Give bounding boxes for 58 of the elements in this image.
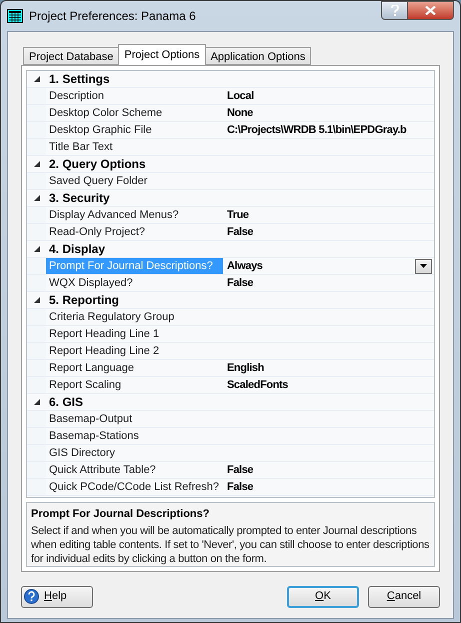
property-value[interactable]: ScaledFonts [227, 376, 288, 394]
table-icon [7, 9, 23, 23]
property-label[interactable]: Basemap-Output [46, 411, 223, 427]
property-value[interactable]: None [227, 104, 253, 122]
description-text: Select if and when you will be automatically prompted to enter Journal descriptions when editing table contents. If set to 'Never', you can still choose to enter descriptions for individual edits by clicking a button on the form. [31, 524, 430, 566]
property-label[interactable]: Desktop Graphic File [46, 122, 223, 138]
property-label[interactable]: Quick Attribute Table? [46, 462, 223, 478]
property-label[interactable]: Report Heading Line 1 [46, 326, 223, 342]
collapse-arrow-icon[interactable] [34, 399, 40, 405]
description-title: Prompt For Journal Descriptions? [31, 507, 210, 522]
help-button[interactable]: Help [21, 586, 93, 608]
collapse-arrow-icon[interactable] [34, 297, 40, 303]
collapse-arrow-icon[interactable] [34, 76, 40, 82]
property-value[interactable]: True [227, 206, 249, 224]
property-label[interactable]: Quick PCode/CCode List Refresh? [46, 479, 223, 495]
property-value[interactable]: Local [227, 88, 254, 104]
property-label[interactable]: WQX Displayed? [46, 275, 223, 291]
tab[interactable]: Project Options [118, 44, 206, 65]
property-value[interactable]: False [227, 462, 254, 478]
property-label[interactable]: Saved Query Folder [46, 173, 223, 189]
property-label[interactable]: Basemap-Stations [46, 428, 223, 444]
dropdown-button[interactable] [415, 258, 432, 274]
property-label[interactable]: Report Language [46, 360, 223, 376]
property-value[interactable]: Always [227, 258, 263, 274]
tab[interactable]: Application Options [204, 47, 312, 65]
collapse-arrow-icon[interactable] [34, 195, 40, 201]
property-label[interactable]: Read-Only Project? [46, 224, 223, 240]
close-button[interactable] [408, 1, 454, 20]
property-value[interactable]: English [227, 360, 264, 376]
tab[interactable]: Project Database [23, 47, 120, 65]
category-header: 5. Reporting [48, 292, 120, 309]
collapse-arrow-icon[interactable] [34, 161, 40, 167]
window-title: Project Preferences: Panama 6 [29, 8, 196, 25]
property-value[interactable]: False [227, 224, 254, 240]
property-label[interactable]: Report Heading Line 2 [46, 343, 223, 359]
close-icon [425, 6, 436, 15]
property-label[interactable]: GIS Directory [46, 445, 223, 461]
property-value[interactable]: False [227, 478, 254, 496]
dialog-button[interactable]: Cancel [368, 586, 440, 608]
caret-icon [420, 264, 427, 268]
dialog-button[interactable]: OK [287, 586, 359, 608]
property-label[interactable]: Report Scaling [46, 377, 223, 393]
property-label[interactable]: Description [46, 88, 223, 104]
property-label[interactable]: Criteria Regulatory Group [46, 309, 223, 325]
category-header: 4. Display [48, 241, 106, 258]
question-icon [390, 5, 398, 16]
property-label[interactable]: Title Bar Text [46, 139, 223, 155]
category-header: 2. Query Options [48, 156, 146, 173]
category-header: 6. GIS [48, 394, 84, 411]
property-value[interactable]: C:\Projects\WRDB 5.1\bin\EPDGray.b [227, 122, 406, 138]
help-icon [24, 589, 39, 604]
property-label[interactable]: Display Advanced Menus? [46, 207, 223, 223]
help-button[interactable] [381, 1, 408, 20]
collapse-arrow-icon[interactable] [34, 246, 40, 252]
property-label[interactable]: Desktop Color Scheme [46, 105, 223, 121]
category-header: 1. Settings [48, 71, 110, 88]
property-value[interactable]: False [227, 274, 254, 292]
category-header: 3. Security [48, 190, 110, 207]
